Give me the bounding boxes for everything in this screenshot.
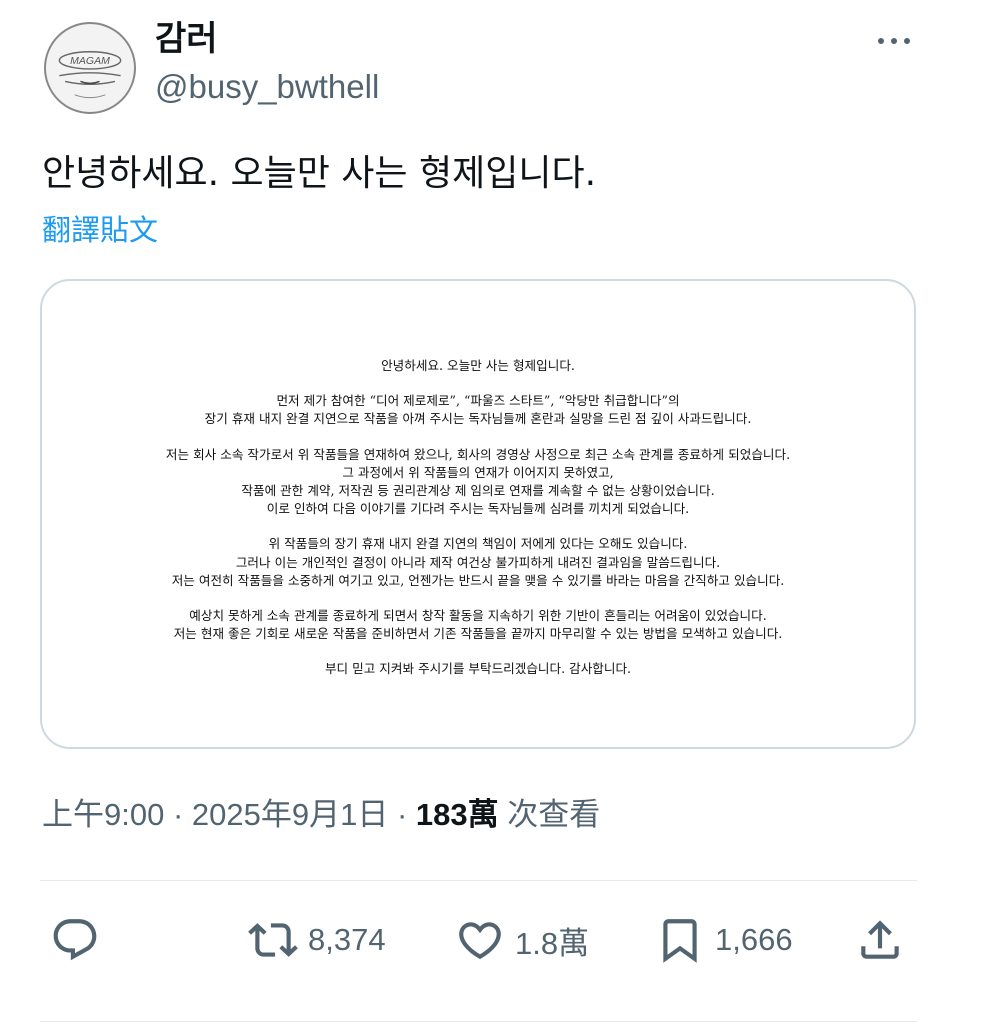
avatar-lettering: MAGAM bbox=[70, 55, 110, 67]
letter-line: 저는 회사 소속 작가로서 위 작품들을 연재하여 왔으나, 회사의 경영상 사… bbox=[165, 446, 791, 462]
bookmark-button[interactable]: 1,666 bbox=[655, 905, 793, 975]
letter-line: 저는 현재 좋은 기회로 새로운 작품을 준비하면서 기존 작품들을 끝까지 마… bbox=[173, 626, 783, 642]
meta-separator: · bbox=[164, 797, 192, 832]
more-icon-dot bbox=[904, 38, 910, 44]
share-icon bbox=[861, 920, 899, 959]
more-icon bbox=[878, 38, 884, 44]
letter-line: 부디 믿고 지켜봐 주시기를 부탁드리겠습니다. 감사합니다. bbox=[324, 661, 632, 677]
display-name[interactable]: 감러 bbox=[155, 18, 218, 60]
letter-line: 장기 휴재 내지 완결 지연으로 작품을 아껴 주시는 독자님들께 혼란과 실망… bbox=[204, 411, 752, 427]
letter-paragraph: 저는 회사 소속 작가로서 위 작품들을 연재하여 왔으나, 회사의 경영상 사… bbox=[42, 446, 914, 519]
letter-line: 그 과정에서 위 작품들의 연재가 이어지지 못하였고, bbox=[342, 464, 614, 480]
tweet-date[interactable]: 2025年9月1日 bbox=[192, 797, 388, 832]
share-button[interactable] bbox=[855, 905, 905, 975]
letter-line: 저는 여전히 작품들을 소중하게 여기고 있고, 언젠가는 반드시 끝을 맺을 … bbox=[171, 572, 785, 588]
letter-paragraph: 예상치 못하게 소속 관계를 종료하게 되면서 창작 활동을 지속하기 위한 기… bbox=[42, 607, 914, 643]
user-handle[interactable]: @busy_bwthell bbox=[155, 66, 379, 108]
letter-line: 이로 인하여 다음 이야기를 기다려 주시는 독자님들께 심려를 끼치게 되었습… bbox=[266, 501, 690, 517]
letter-line: 예상치 못하게 소속 관계를 종료하게 되면서 창작 활동을 지속하기 위한 기… bbox=[189, 608, 767, 624]
letter-paragraph: 부디 믿고 지켜봐 주시기를 부탁드리겠습니다. 감사합니다. bbox=[42, 660, 914, 678]
like-count: 1.8萬 bbox=[515, 925, 590, 961]
view-count: 183萬 bbox=[415, 797, 499, 832]
letter-paragraph: 먼저 제가 참여한 “디어 제로제로”, “파울즈 스타트”, “악당만 취급합… bbox=[42, 392, 914, 428]
letter-line: 먼저 제가 참여한 “디어 제로제로”, “파울즈 스타트”, “악당만 취급합… bbox=[276, 393, 680, 409]
tweet-text: 안녕하세요. 오늘만 사는 형제입니다. bbox=[42, 153, 597, 194]
tweet-image[interactable]: 안녕하세요. 오늘만 사는 형제입니다. 먼저 제가 참여한 “디어 제로제로”,… bbox=[40, 279, 916, 749]
letter-line: 작품에 관한 계약, 저작권 등 권리관계상 제 임의로 연재를 계속할 수 없… bbox=[241, 483, 715, 499]
more-button[interactable] bbox=[868, 24, 920, 58]
retweet-count: 8,374 bbox=[308, 922, 386, 957]
tweet-time[interactable]: 上午9:00 bbox=[42, 797, 164, 832]
heart-icon bbox=[459, 922, 501, 960]
more-icon-dot bbox=[891, 38, 897, 44]
translate-post-link[interactable]: 翻譯貼文 bbox=[42, 210, 158, 250]
bottom-divider bbox=[40, 1021, 917, 1022]
bookmark-count: 1,666 bbox=[715, 922, 793, 957]
like-button[interactable]: 1.8萬 bbox=[455, 905, 589, 975]
letter-paragraph: 위 작품들의 장기 휴재 내지 완결 지연의 책임이 저에게 있다는 오해도 있… bbox=[42, 535, 914, 590]
reply-button[interactable] bbox=[50, 905, 110, 975]
meta-separator-2: · bbox=[388, 797, 416, 832]
reply-icon bbox=[53, 919, 97, 961]
letter-line: 안녕하세요. 오늘만 사는 형제입니다. bbox=[381, 358, 575, 373]
avatar-drawing: MAGAM bbox=[58, 51, 122, 99]
tweet-meta: 上午9:00 · 2025年9月1日 · 183萬 次查看 bbox=[42, 792, 600, 838]
retweet-button[interactable]: 8,374 bbox=[248, 905, 386, 975]
view-label: 次查看 bbox=[498, 797, 601, 832]
letter-line: 위 작품들의 장기 휴재 내지 완결 지연의 책임이 저에게 있다는 오해도 있… bbox=[268, 536, 688, 552]
retweet-icon bbox=[248, 923, 298, 957]
letter-text: 안녕하세요. 오늘만 사는 형제입니다. 먼저 제가 참여한 “디어 제로제로”,… bbox=[42, 357, 914, 696]
action-bar: 8,374 1.8萬 1,666 bbox=[0, 905, 995, 975]
avatar[interactable]: MAGAM bbox=[44, 22, 136, 114]
letter-paragraph: 안녕하세요. 오늘만 사는 형제입니다. bbox=[42, 357, 914, 375]
bookmark-icon bbox=[663, 919, 697, 963]
letter-line: 그러나 이는 개인적인 결정이 아니라 제작 여건상 불가피하게 내려진 결과임… bbox=[235, 554, 721, 570]
divider bbox=[40, 880, 917, 881]
